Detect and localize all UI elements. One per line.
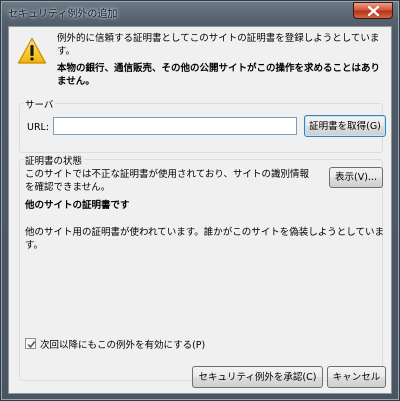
certificate-status-text: このサイトでは不正な証明書が使用されており、サイトの識別情報を確認できません。 — [25, 169, 310, 193]
dialog-window: セキュリティ例外の追加 例外的に信頼する証明書としてこのサイトの証明書を登録しよ… — [0, 0, 400, 401]
permanent-exception-checkbox[interactable] — [25, 338, 36, 349]
view-certificate-button[interactable]: 表示(V)... — [329, 167, 383, 188]
close-icon — [368, 6, 379, 16]
close-button[interactable] — [353, 2, 393, 19]
dialog-content: 例外的に信頼する証明書としてこのサイトの証明書を登録しようとしています。 本物の… — [8, 26, 392, 394]
certificate-problem-detail: 他のサイト用の証明書が使われています。誰かがこのサイトを偽装しようとしています。 — [25, 227, 385, 251]
cancel-button[interactable]: キャンセル — [327, 366, 386, 388]
title-bar[interactable]: セキュリティ例外の追加 — [1, 1, 399, 21]
certificate-status-label: 証明書の状態 — [23, 153, 85, 167]
get-certificate-button[interactable]: 証明書を取得(G) — [304, 115, 386, 137]
warning-text: 例外的に信頼する証明書としてこのサイトの証明書を登録しようとしています。 — [57, 33, 380, 57]
warning-triangle-icon — [17, 37, 47, 64]
certificate-problem-title: 他のサイトの証明書です — [25, 200, 130, 211]
server-group-label: サーバ — [23, 97, 56, 111]
confirm-exception-button[interactable]: セキュリティ例外を承認(C) — [192, 366, 323, 388]
url-label: URL: — [27, 122, 50, 133]
checkmark-icon — [27, 341, 36, 349]
warning-bold-text: 本物の銀行、通信販売、その他の公開サイトがこの操作を求めることはありません。 — [57, 63, 381, 87]
url-input[interactable] — [53, 117, 297, 135]
permanent-exception-label: 次回以降にもこの例外を有効にする(P) — [40, 340, 206, 351]
window-title: セキュリティ例外の追加 — [8, 9, 118, 20]
